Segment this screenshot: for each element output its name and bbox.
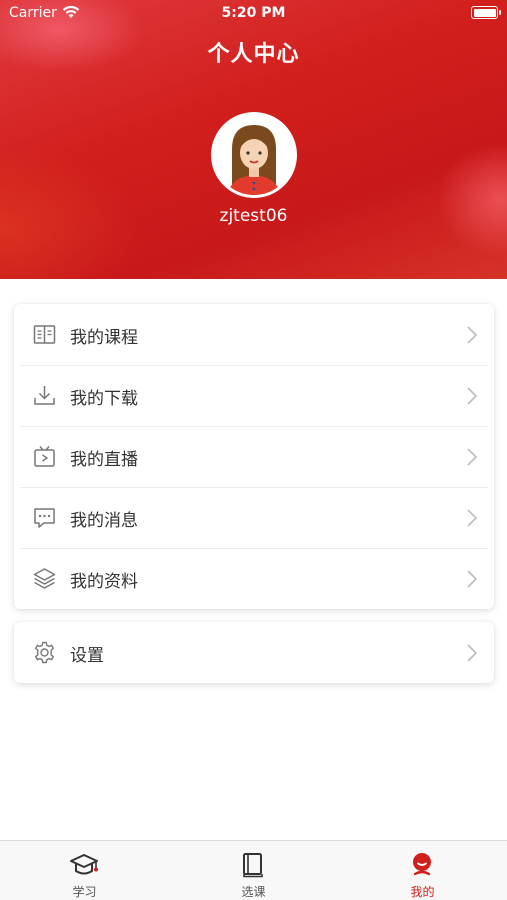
settings-card: 设置 <box>14 622 494 683</box>
graduation-cap-icon <box>69 850 99 880</box>
status-time: 5:20 PM <box>221 5 286 21</box>
menu-card: 我的课程 我的下载 我的直播 我的消息 我的资料 <box>14 304 494 609</box>
download-icon <box>32 383 57 408</box>
menu-item-courses[interactable]: 我的课程 <box>14 304 494 365</box>
book-select-icon <box>238 850 268 880</box>
chevron-right-icon <box>466 508 478 528</box>
avatar-girl-icon <box>214 115 294 195</box>
menu-item-settings[interactable]: 设置 <box>14 622 494 683</box>
menu-item-materials[interactable]: 我的资料 <box>14 548 494 609</box>
live-tv-icon <box>32 444 57 469</box>
username: zjtest06 <box>219 206 288 226</box>
chevron-right-icon <box>466 643 478 663</box>
message-icon <box>32 505 57 530</box>
menu-item-messages[interactable]: 我的消息 <box>14 487 494 548</box>
menu-item-label: 我的下载 <box>70 389 138 409</box>
menu-item-downloads[interactable]: 我的下载 <box>14 365 494 426</box>
book-icon <box>32 322 57 347</box>
tab-bar: 学习 选课 我的 <box>0 840 507 900</box>
tab-label: 我的 <box>410 885 435 899</box>
profile-icon <box>407 850 437 880</box>
chevron-right-icon <box>466 325 478 345</box>
menu-item-label: 我的课程 <box>70 328 138 348</box>
menu-item-label: 我的资料 <box>70 572 138 592</box>
tab-courses[interactable]: 选课 <box>169 841 338 900</box>
settings-label: 设置 <box>70 646 104 666</box>
tab-label: 学习 <box>72 885 97 899</box>
chevron-right-icon <box>466 447 478 467</box>
tab-label: 选课 <box>241 885 266 899</box>
gear-icon <box>32 640 57 665</box>
menu-item-live[interactable]: 我的直播 <box>14 426 494 487</box>
profile-header: Carrier 5:20 PM 个人中心 zjtest06 <box>0 0 507 279</box>
tab-study[interactable]: 学习 <box>0 841 169 900</box>
tab-profile[interactable]: 我的 <box>338 841 507 900</box>
battery-icon <box>471 6 501 19</box>
chevron-right-icon <box>466 569 478 589</box>
layers-icon <box>32 566 57 591</box>
menu-item-label: 我的直播 <box>70 450 138 470</box>
chevron-right-icon <box>466 386 478 406</box>
status-bar: Carrier 5:20 PM <box>0 0 507 28</box>
page-title: 个人中心 <box>207 42 300 67</box>
avatar[interactable] <box>211 112 297 198</box>
menu-item-label: 我的消息 <box>70 511 138 531</box>
